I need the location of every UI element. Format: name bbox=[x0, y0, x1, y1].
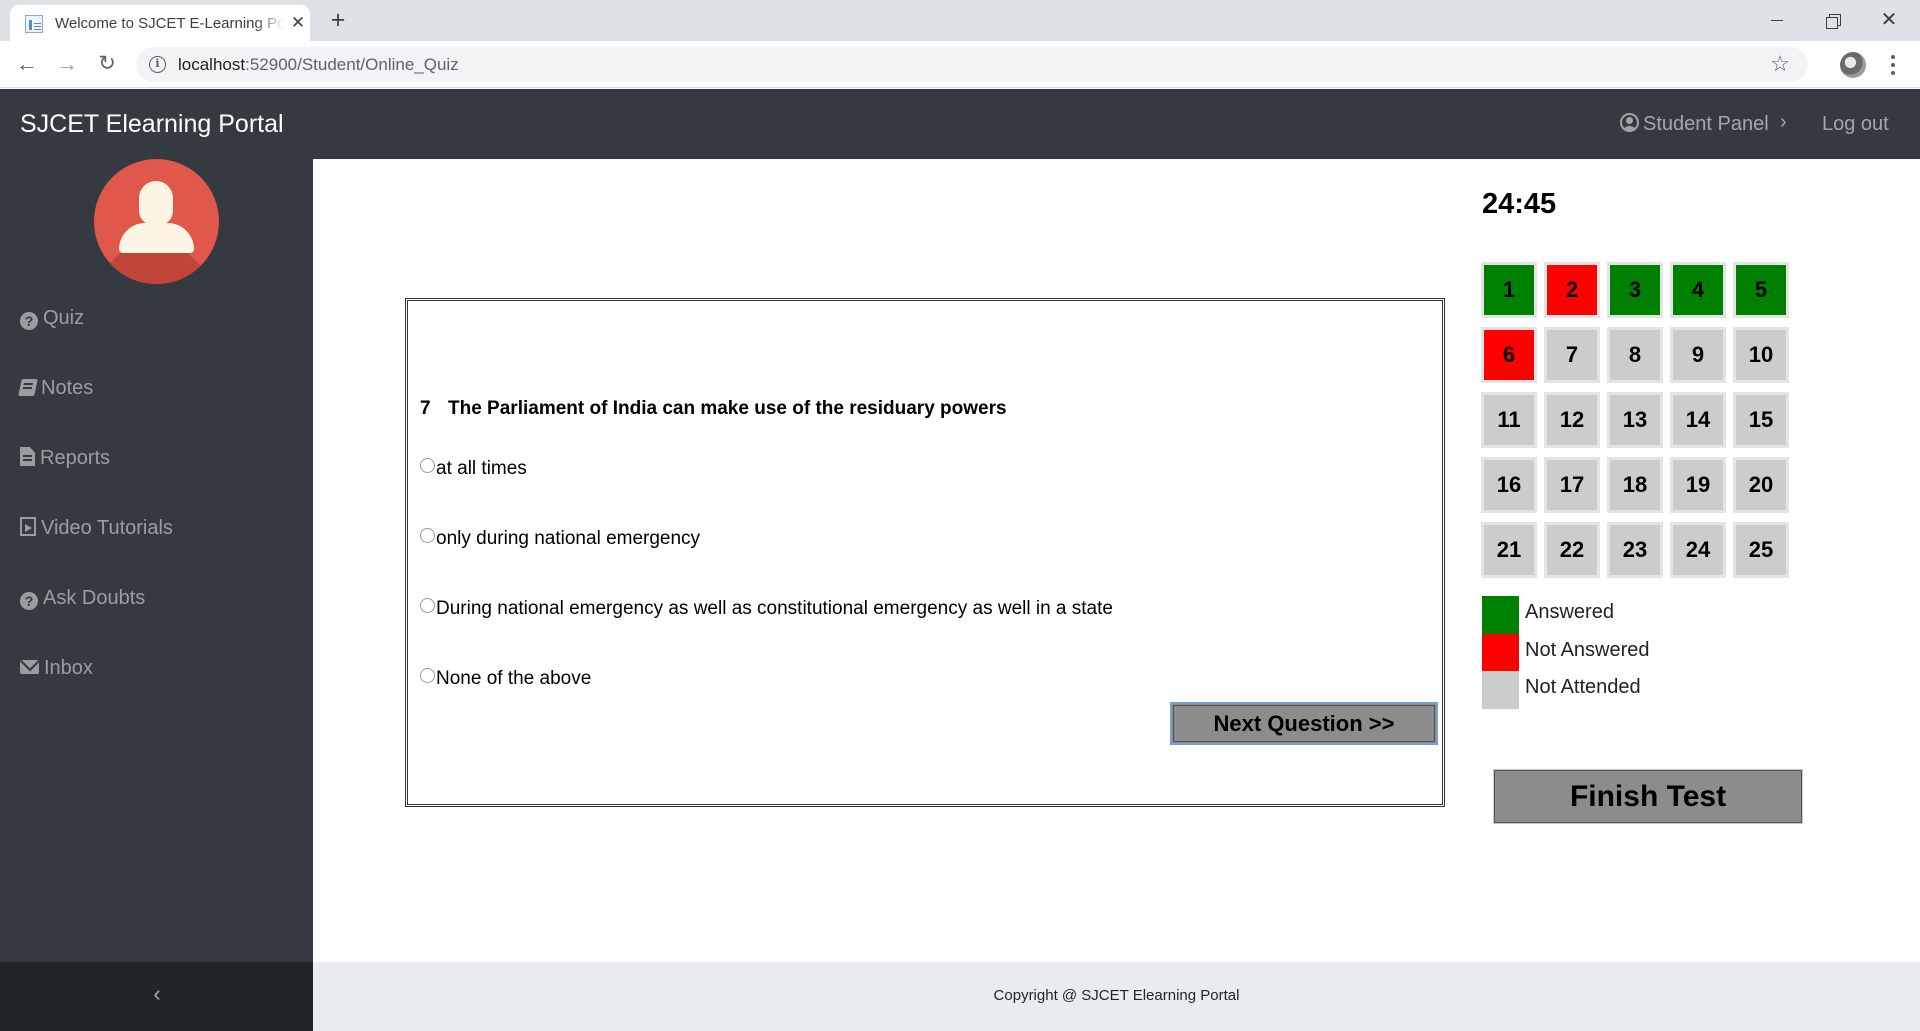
finish-test-button[interactable]: Finish Test bbox=[1493, 769, 1803, 824]
option-3[interactable]: During national emergency as well as con… bbox=[420, 598, 1113, 620]
question-nav-button[interactable]: 19 bbox=[1670, 457, 1726, 513]
forward-arrow-icon[interactable]: → bbox=[52, 49, 82, 79]
chevron-right-icon: › bbox=[1780, 111, 1787, 133]
close-window-button[interactable]: ✕ bbox=[1866, 4, 1912, 36]
page-favicon-icon bbox=[25, 15, 43, 33]
page-footer: Copyright @ SJCET Elearning Portal bbox=[313, 962, 1920, 1031]
question-nav-button[interactable]: 24 bbox=[1670, 522, 1726, 578]
question-nav-button[interactable]: 25 bbox=[1733, 522, 1789, 578]
question-circle-icon: ? bbox=[20, 592, 38, 610]
browser-menu-icon[interactable] bbox=[1888, 54, 1898, 76]
option-2[interactable]: only during national emergency bbox=[420, 528, 700, 550]
sidebar: ? Quiz Notes Reports Video Tutorials ? Ask… bbox=[0, 159, 313, 962]
question-navigator: 1 2 3 4 5 6 7 8 9 10 11 12 13 14 15 16 17 18 19 20 21 22 23 24 2… bbox=[1481, 262, 1796, 582]
question-nav-button[interactable]: 12 bbox=[1544, 392, 1600, 448]
next-question-button[interactable]: Next Question >> bbox=[1170, 702, 1438, 745]
reload-icon[interactable]: ↻ bbox=[92, 49, 122, 79]
question-circle-icon: ? bbox=[20, 312, 38, 330]
question-nav-button[interactable]: 10 bbox=[1733, 327, 1789, 383]
legend-swatch-not-attended bbox=[1482, 671, 1519, 709]
question-nav-button[interactable]: 21 bbox=[1481, 522, 1537, 578]
file-text-icon bbox=[20, 447, 35, 466]
copyright-text: Copyright @ SJCET Elearning Portal bbox=[993, 987, 1240, 1004]
file-video-icon bbox=[20, 517, 36, 536]
option-1[interactable]: at all times bbox=[420, 458, 527, 480]
tab-title: Welcome to SJCET E-Learning Portal bbox=[55, 15, 283, 32]
back-arrow-icon[interactable]: ← bbox=[12, 49, 42, 79]
question-nav-button[interactable]: 11 bbox=[1481, 392, 1537, 448]
question-nav-button[interactable]: 5 bbox=[1733, 262, 1789, 318]
user-circle-icon bbox=[1620, 113, 1639, 132]
option-radio[interactable] bbox=[420, 458, 435, 473]
question-nav-button[interactable]: 18 bbox=[1607, 457, 1663, 513]
envelope-icon bbox=[20, 660, 39, 674]
question-nav-button[interactable]: 15 bbox=[1733, 392, 1789, 448]
site-info-icon[interactable]: i bbox=[149, 56, 166, 73]
question-nav-button[interactable]: 23 bbox=[1607, 522, 1663, 578]
minimize-window-button[interactable] bbox=[1754, 4, 1800, 36]
question-nav-button[interactable]: 20 bbox=[1733, 457, 1789, 513]
avatar bbox=[94, 159, 219, 284]
question-nav-button[interactable]: 3 bbox=[1607, 262, 1663, 318]
question-nav-button[interactable]: 22 bbox=[1544, 522, 1600, 578]
sidebar-item-ask-doubts[interactable]: ? Ask Doubts bbox=[20, 587, 145, 610]
question-nav-button[interactable]: 9 bbox=[1670, 327, 1726, 383]
url-text[interactable]: localhost:52900/Student/Online_Quiz bbox=[178, 55, 459, 75]
sidebar-item-reports[interactable]: Reports bbox=[20, 447, 110, 470]
close-tab-icon[interactable]: ✕ bbox=[288, 13, 308, 33]
sidebar-footer: ‹ bbox=[0, 962, 313, 1031]
option-radio[interactable] bbox=[420, 668, 435, 683]
sidebar-item-notes[interactable]: Notes bbox=[18, 377, 93, 400]
legend-label-not-answered: Not Answered bbox=[1525, 639, 1650, 661]
question-nav-button[interactable]: 13 bbox=[1607, 392, 1663, 448]
address-bar[interactable]: i localhost:52900/Student/Online_Quiz ☆ bbox=[136, 47, 1808, 82]
question-number: 7 bbox=[420, 398, 431, 419]
question-nav-button[interactable]: 8 bbox=[1607, 327, 1663, 383]
question-panel: 7 The Parliament of India can make use o… bbox=[405, 298, 1445, 807]
sidebar-collapse-chevron-icon[interactable]: ‹ bbox=[145, 982, 169, 1006]
question-nav-button[interactable]: 4 bbox=[1670, 262, 1726, 318]
legend-label-answered: Answered bbox=[1525, 601, 1614, 623]
question-nav-button[interactable]: 17 bbox=[1544, 457, 1600, 513]
legend-swatch-not-answered bbox=[1482, 634, 1519, 672]
option-radio[interactable] bbox=[420, 528, 435, 543]
question-nav-button[interactable]: 14 bbox=[1670, 392, 1726, 448]
bookmark-star-icon[interactable]: ☆ bbox=[1770, 51, 1790, 77]
brand-title[interactable]: SJCET Elearning Portal bbox=[20, 110, 284, 139]
question-text: The Parliament of India can make use of … bbox=[448, 398, 1007, 419]
browser-tab-strip: Welcome to SJCET E-Learning Portal ✕ + ✕ bbox=[0, 0, 1920, 41]
new-tab-button[interactable]: + bbox=[325, 7, 351, 33]
app-navbar: SJCET Elearning Portal Student Panel › L… bbox=[0, 89, 1920, 159]
user-silhouette-icon bbox=[139, 181, 173, 225]
question-nav-button[interactable]: 7 bbox=[1544, 327, 1600, 383]
question-nav-button[interactable]: 2 bbox=[1544, 262, 1600, 318]
legend-swatch-answered bbox=[1482, 596, 1519, 634]
book-icon bbox=[18, 379, 38, 396]
legend-label-not-attended: Not Attended bbox=[1525, 676, 1641, 698]
question-nav-button[interactable]: 6 bbox=[1481, 327, 1537, 383]
logout-link[interactable]: Log out bbox=[1822, 113, 1889, 136]
question-nav-button[interactable]: 1 bbox=[1481, 262, 1537, 318]
option-radio[interactable] bbox=[420, 598, 435, 613]
sidebar-item-inbox[interactable]: Inbox bbox=[20, 657, 93, 680]
restore-window-button[interactable] bbox=[1810, 4, 1856, 36]
browser-tab[interactable]: Welcome to SJCET E-Learning Portal ✕ bbox=[10, 5, 310, 41]
question-nav-button[interactable]: 16 bbox=[1481, 457, 1537, 513]
student-panel-link[interactable]: Student Panel bbox=[1620, 113, 1769, 136]
profile-avatar-icon[interactable] bbox=[1840, 52, 1866, 78]
countdown-timer: 24:45 bbox=[1482, 188, 1557, 220]
option-4[interactable]: None of the above bbox=[420, 668, 591, 690]
browser-toolbar: ← → ↻ i localhost:52900/Student/Online_Q… bbox=[0, 41, 1920, 88]
sidebar-item-video-tutorials[interactable]: Video Tutorials bbox=[20, 517, 173, 540]
sidebar-item-quiz[interactable]: ? Quiz bbox=[20, 307, 84, 330]
